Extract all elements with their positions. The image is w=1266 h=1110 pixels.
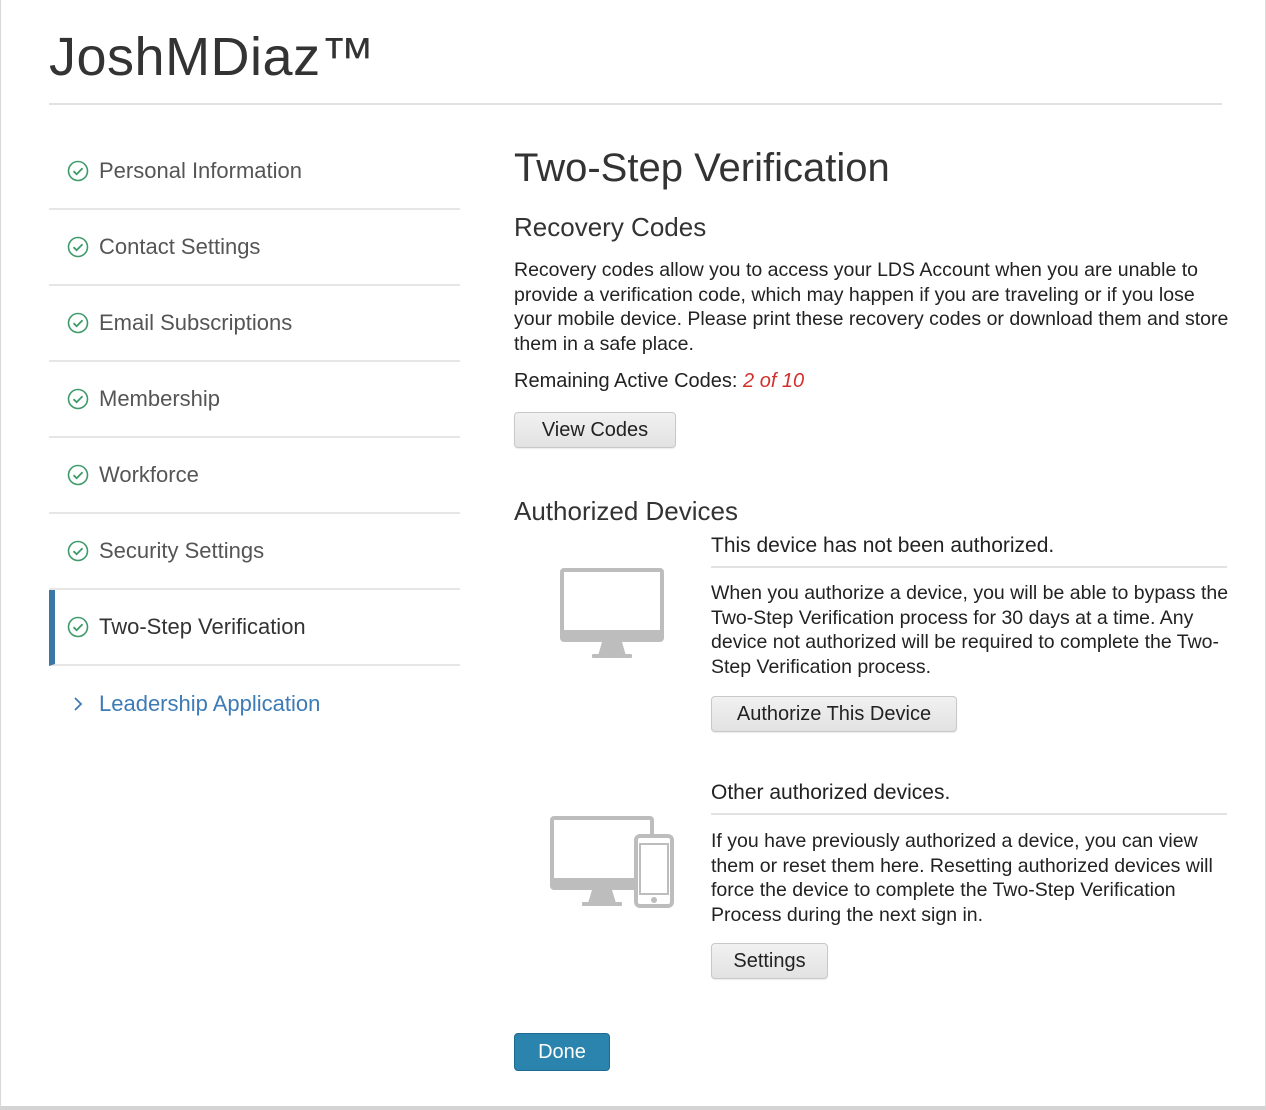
other-devices-divider	[711, 813, 1227, 815]
sidebar-item-label: Security Settings	[99, 538, 265, 563]
authorize-device-button[interactable]: Authorize This Device	[711, 696, 957, 732]
remaining-codes-value: 2 of 10	[743, 370, 805, 392]
monitor-icon	[560, 568, 664, 658]
sidebar-item-label: Two-Step Verification	[99, 614, 306, 639]
done-button[interactable]: Done	[514, 1033, 610, 1071]
check-circle-icon	[67, 616, 89, 638]
page-title: Two-Step Verification	[514, 146, 890, 190]
check-circle-icon	[67, 388, 89, 410]
sidebar-item-personal-information[interactable]: Personal Information	[49, 134, 460, 210]
sidebar-item-label: Contact Settings	[99, 234, 261, 259]
sidebar-item-label: Workforce	[99, 462, 199, 487]
brand-title: JoshMDiaz™	[49, 27, 376, 87]
sidebar-item-workforce[interactable]: Workforce	[49, 438, 460, 514]
sidebar-item-label: Leadership Application	[99, 691, 321, 716]
recovery-codes-heading: Recovery Codes	[514, 212, 707, 242]
chevron-right-icon	[74, 697, 83, 711]
this-device-heading: This device has not been authorized.	[711, 534, 1055, 557]
sidebar-item-label: Membership	[99, 386, 221, 411]
device-settings-button[interactable]: Settings	[711, 943, 828, 979]
page-frame: JoshMDiaz™ Personal Information Contact …	[0, 0, 1266, 1110]
sidebar-nav: Personal Information Contact Settings Em…	[49, 134, 460, 742]
sidebar-item-label: Personal Information	[99, 158, 302, 183]
check-circle-icon	[67, 464, 89, 486]
other-devices-heading: Other authorized devices.	[711, 781, 951, 804]
header-divider	[49, 103, 1222, 105]
authorized-devices-heading: Authorized Devices	[514, 496, 738, 526]
view-codes-button[interactable]: View Codes	[514, 412, 676, 448]
check-circle-icon	[67, 540, 89, 562]
sidebar-item-leadership-application[interactable]: Leadership Application	[49, 666, 460, 742]
this-device-description: When you authorize a device, you will be…	[711, 582, 1229, 678]
monitor-and-phone-icon	[550, 816, 674, 908]
sidebar-item-membership[interactable]: Membership	[49, 362, 460, 438]
other-devices-description: If you have previously authorized a devi…	[711, 830, 1213, 926]
remaining-codes-label: Remaining Active Codes:	[514, 370, 738, 392]
this-device-divider	[711, 566, 1227, 568]
sidebar-item-email-subscriptions[interactable]: Email Subscriptions	[49, 286, 460, 362]
check-circle-icon	[67, 312, 89, 334]
sidebar-item-contact-settings[interactable]: Contact Settings	[49, 210, 460, 286]
recovery-codes-description: Recovery codes allow you to access your …	[514, 259, 1229, 355]
check-circle-icon	[67, 236, 89, 258]
sidebar-item-security-settings[interactable]: Security Settings	[49, 514, 460, 590]
remaining-codes: Remaining Active Codes: 2 of 10	[514, 370, 804, 393]
check-circle-icon	[67, 160, 89, 182]
sidebar-item-two-step-verification[interactable]: Two-Step Verification	[49, 590, 460, 666]
sidebar-item-label: Email Subscriptions	[99, 310, 293, 335]
